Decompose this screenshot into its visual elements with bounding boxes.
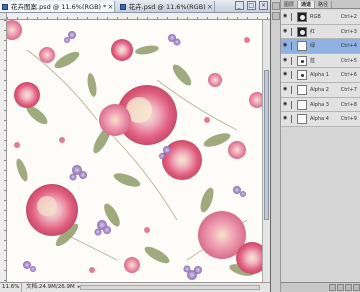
channel-name: Alpha 4 <box>310 116 329 123</box>
horizontal-ruler[interactable] <box>7 13 270 20</box>
document-size-info: 文档:24.9M/26.9M <box>26 284 75 290</box>
channel-thumbnail <box>297 114 307 125</box>
document-tab-bar: 花卉图案.psd @ 11.6%(RGB) * × 花卉.psd @ 11.6%… <box>0 0 270 13</box>
channel-thumbnail <box>297 70 307 81</box>
ps-file-icon <box>119 4 126 10</box>
document-window: 花卉图案.psd @ 11.6%(RGB) * × 花卉.psd @ 11.6%… <box>0 0 270 292</box>
channel-name: RGB <box>310 14 321 20</box>
panel-tab-bar: 图层 通道 路径 <box>281 0 360 9</box>
channel-list-empty-area <box>281 129 360 281</box>
channel-name: 蓝 <box>310 57 316 64</box>
link-icon <box>291 71 294 80</box>
close-icon[interactable]: × <box>207 1 213 12</box>
link-icon <box>291 42 294 51</box>
close-icon[interactable]: × <box>108 1 114 12</box>
eye-icon[interactable]: ◉ <box>283 116 289 121</box>
channel-row-selected[interactable]: ◉ 绿 Ctrl+4 <box>281 39 360 54</box>
channel-name: Alpha 2 <box>310 86 329 93</box>
tab-label: 花卉.psd @ 11.6%(RGB) <box>128 3 206 11</box>
channel-thumbnail <box>297 26 307 37</box>
channel-name: Alpha 1 <box>310 72 329 79</box>
horizontal-scrollbar[interactable] <box>80 285 260 290</box>
channel-row[interactable]: ◉ Alpha 2 Ctrl+7 <box>281 82 360 98</box>
maximize-button[interactable]: □ <box>246 1 256 10</box>
link-icon <box>291 27 294 36</box>
ruler-origin[interactable] <box>0 13 7 20</box>
eye-icon[interactable]: ◉ <box>283 57 289 63</box>
eye-icon[interactable]: ◉ <box>283 86 289 92</box>
eye-icon[interactable]: ◉ <box>283 28 289 34</box>
window-controls: _ □ × <box>234 1 268 12</box>
save-selection-icon[interactable] <box>337 284 344 291</box>
eye-icon[interactable]: ◉ <box>283 101 289 107</box>
channel-thumbnail <box>297 41 307 52</box>
channel-thumbnail <box>297 12 307 22</box>
channel-shortcut: Ctrl+5 <box>340 57 357 64</box>
status-bar: 11.6%文档:24.9M/26.9M▸ <box>0 282 270 292</box>
panel-toggle-icon[interactable] <box>272 2 280 10</box>
channel-thumbnail <box>297 99 307 110</box>
channel-name: 红 <box>310 28 316 35</box>
channel-name: Alpha 3 <box>310 101 329 108</box>
new-channel-icon[interactable] <box>345 284 352 291</box>
eye-icon[interactable]: ◉ <box>283 43 289 48</box>
channel-row[interactable]: ◉ 蓝 Ctrl+5 <box>281 53 360 69</box>
ps-file-icon <box>2 4 8 10</box>
channel-shortcut: Ctrl+9 <box>340 116 357 123</box>
channel-name: 绿 <box>310 43 316 50</box>
channel-shortcut: Ctrl+4 <box>340 43 357 50</box>
link-icon <box>291 56 294 65</box>
panel-icon-strip <box>271 0 281 292</box>
channel-row[interactable]: ◉ Alpha 3 Ctrl+8 <box>281 97 360 113</box>
channel-shortcut: Ctrl+6 <box>340 72 357 79</box>
tab-paths[interactable]: 路径 <box>315 1 333 8</box>
link-icon <box>291 85 294 94</box>
trash-icon[interactable] <box>353 284 360 291</box>
tab-label: 花卉图案.psd @ 11.6%(RGB) * <box>11 3 107 11</box>
scroll-thumb[interactable] <box>264 70 269 220</box>
link-icon <box>291 115 294 124</box>
channel-list: ◉ RGB Ctrl+2 ◉ 红 Ctrl+3 ◉ 绿 Ctrl+4 ◉ 蓝 C… <box>281 10 360 127</box>
channel-row[interactable]: ◉ Alpha 4 Ctrl+9 <box>281 112 360 127</box>
link-icon <box>291 13 294 21</box>
channel-shortcut: Ctrl+2 <box>340 14 357 20</box>
tab-document-2[interactable]: 花卉.psd @ 11.6%(RGB) × <box>118 1 215 12</box>
link-icon <box>291 100 294 109</box>
eye-icon[interactable]: ◉ <box>283 72 289 77</box>
channel-thumbnail <box>297 84 307 95</box>
tab-document-1[interactable]: 花卉图案.psd @ 11.6%(RGB) * × <box>0 1 116 12</box>
close-button[interactable]: × <box>259 1 268 10</box>
channel-row[interactable]: ◉ Alpha 1 Ctrl+6 <box>281 68 360 83</box>
eye-icon[interactable]: ◉ <box>283 14 289 19</box>
channel-shortcut: Ctrl+7 <box>340 86 357 93</box>
channel-row[interactable]: ◉ 红 Ctrl+3 <box>281 24 360 40</box>
channel-row[interactable]: ◉ RGB Ctrl+2 <box>281 10 360 25</box>
panel-footer <box>281 282 360 292</box>
channel-shortcut: Ctrl+3 <box>340 28 357 35</box>
floral-pattern-image <box>7 20 262 282</box>
channels-panel: 图层 通道 路径 ◉ RGB Ctrl+2 ◉ 红 Ctrl+3 ◉ 绿 Ctrl+… <box>270 0 360 292</box>
vertical-scrollbar[interactable] <box>262 20 270 282</box>
tab-channels[interactable]: 通道 <box>298 1 316 8</box>
image-canvas[interactable] <box>7 20 262 282</box>
tab-layers[interactable]: 图层 <box>281 1 299 8</box>
panel-toggle-icon[interactable] <box>272 12 280 20</box>
zoom-level[interactable]: 11.6% <box>0 283 22 292</box>
vertical-ruler[interactable] <box>0 20 7 282</box>
channel-shortcut: Ctrl+8 <box>340 101 357 108</box>
load-selection-icon[interactable] <box>329 284 336 291</box>
minimize-button[interactable]: _ <box>234 1 244 10</box>
channel-thumbnail <box>297 55 307 66</box>
